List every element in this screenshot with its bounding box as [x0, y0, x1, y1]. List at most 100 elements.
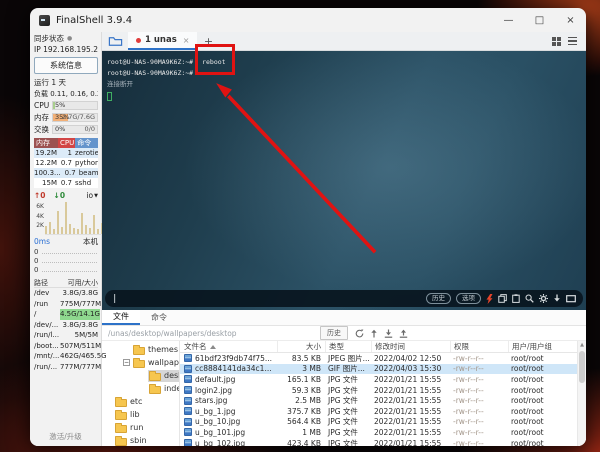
tree-item-lib[interactable]: lib	[102, 408, 179, 421]
download-arrow-icon[interactable]	[553, 294, 561, 303]
file-list-scrollbar[interactable]: ▲	[577, 341, 586, 446]
tab-commands[interactable]: 命令	[140, 310, 178, 325]
process-header-cell[interactable]: 命令	[75, 138, 98, 148]
dotted-leader	[42, 262, 97, 263]
system-info-button[interactable]: 系统信息	[34, 57, 98, 74]
file-perm: -rw-r--r--	[453, 374, 484, 384]
refresh-icon[interactable]	[355, 328, 364, 338]
file-name-cell: default.jpg	[180, 375, 277, 384]
tree-item-desktop[interactable]: desktop	[102, 369, 179, 382]
file-row[interactable]: u_bg_102.jpg 423.4 KB JPG 文件 2022/01/21 15:…	[180, 438, 577, 446]
sync-status-row[interactable]: 同步状态 ●	[34, 33, 98, 44]
app-body: 同步状态 ● IP 192.168.195.2... 复制 系统信息 运行 1 …	[30, 32, 586, 446]
file-panel: 文件 命令 /unas/desktop/wallpapers/desktop 历…	[102, 310, 586, 446]
file-row[interactable]: stars.jpg 2.5 MB JPG 文件 2022/01/21 15:55 -rw…	[180, 395, 577, 406]
process-row[interactable]: 19.2M 1zerotier-	[34, 148, 98, 158]
chevron-down-icon[interactable]: ▼	[94, 193, 98, 199]
search-icon[interactable]	[525, 294, 534, 303]
disk-path: /	[34, 310, 37, 318]
file-row[interactable]: cc8884141da34c1... 3 MB GIF 图片... 2022/04/0…	[180, 363, 577, 375]
scrollbar-thumb[interactable]	[579, 351, 585, 383]
tree-item-wallpapers[interactable]: − wallpapers	[102, 356, 179, 369]
disk-row[interactable]: /boot... 507M/511M	[34, 341, 101, 352]
process-row[interactable]: 100.3...0.7beam.sm	[34, 168, 98, 178]
file-row[interactable]: u_bg_1.jpg 375.7 KB JPG 文件 2022/01/21 15:55…	[180, 406, 577, 417]
shell-prompt: root@U-NAS-90MA9K6Z:~#	[107, 69, 194, 77]
parent-folder-icon[interactable]	[370, 329, 378, 338]
quick-command-icon[interactable]	[486, 293, 493, 304]
terminal[interactable]: root@U-NAS-90MA9K6Z:~# reboot root@U-NAS-…	[102, 44, 586, 310]
disk-row[interactable]: /dev/... 3.8G/3.8G	[34, 320, 98, 331]
scroll-up-icon[interactable]: ▲	[578, 341, 586, 350]
disk-row[interactable]: / 4.5G/14.1G	[34, 309, 100, 320]
column-perm[interactable]: 权限	[450, 341, 508, 352]
tree-item-themes[interactable]: themes	[102, 343, 179, 356]
connection-manager-button[interactable]	[102, 32, 128, 50]
options-button[interactable]: 选项	[456, 292, 481, 305]
file-row[interactable]: default.jpg 165.1 KB JPG 文件 2022/01/21 15:5…	[180, 374, 577, 385]
folder-icon	[149, 383, 161, 394]
disk-row[interactable]: /dev 3.8G/3.8G	[34, 288, 98, 299]
file-panel-tabs: 文件 命令	[102, 310, 586, 326]
upload-file-icon[interactable]	[399, 329, 408, 338]
tree-item-run[interactable]: run	[102, 421, 179, 434]
column-owner[interactable]: 用户/用户组	[508, 341, 577, 352]
tree-item-inner: themes	[132, 344, 179, 356]
io-graph-y-axis: 6K 4K 2K	[34, 202, 45, 235]
command-input-bar[interactable]: | 历史 选项	[105, 290, 583, 307]
image-file-icon	[184, 417, 192, 426]
tab-close-icon[interactable]: ×	[183, 36, 190, 45]
tree-item-index[interactable]: index	[102, 382, 179, 395]
download-file-icon[interactable]	[384, 329, 393, 338]
disk-path-header[interactable]: 路径	[34, 278, 60, 287]
disk-size: 3.8G/3.8G	[62, 289, 98, 297]
settings-gear-icon[interactable]	[539, 294, 548, 303]
column-type[interactable]: 类型	[325, 341, 371, 352]
file-row[interactable]: login2.jpg 59.3 KB JPG 文件 2022/01/21 15:55 -…	[180, 385, 577, 396]
fullscreen-monitor-icon[interactable]	[566, 294, 576, 303]
file-name: 61bdf23f9db74f75...	[195, 353, 273, 363]
path-history-button[interactable]: 历史	[320, 326, 348, 340]
meter-bar: 5%	[52, 100, 98, 110]
process-row[interactable]: 15M 0.7 sshd	[34, 178, 98, 188]
file-rows: 61bdf23f9db74f75... 83.5 KB JPEG 图片... 2022…	[180, 353, 586, 446]
file-row[interactable]: 61bdf23f9db74f75... 83.5 KB JPEG 图片... 2022…	[180, 353, 577, 364]
copy-icon[interactable]	[498, 294, 507, 303]
disk-row[interactable]: /run 775M/777M	[34, 299, 101, 310]
titlebar[interactable]: FinalShell 3.9.4 — □ ×	[30, 8, 586, 32]
process-row[interactable]: 12.2M0.7python3	[34, 158, 98, 168]
current-path[interactable]: /unas/desktop/wallpapers/desktop	[108, 329, 320, 338]
tree-item-etc[interactable]: etc	[102, 395, 179, 408]
disk-row[interactable]: /mnt/... 462G/465.5G	[34, 351, 107, 362]
file-row[interactable]: u_bg_10.jpg 564.4 KB JPG 文件 2022/01/21 15:5…	[180, 417, 577, 428]
tab-files[interactable]: 文件	[102, 310, 140, 325]
tree-item-sbin[interactable]: sbin	[102, 434, 179, 446]
layout-grid-icon[interactable]	[552, 36, 561, 46]
process-header-cell[interactable]: CPU	[58, 138, 76, 148]
process-header-cell[interactable]: 内存	[34, 138, 58, 148]
disk-row[interactable]: /run/... 777M/777M	[34, 362, 101, 373]
hamburger-menu-icon[interactable]	[568, 36, 577, 46]
paste-icon[interactable]	[512, 294, 520, 303]
shell-prompt: root@U-NAS-90MA9K6Z:~#	[107, 58, 194, 66]
terminal-line-1: root@U-NAS-90MA9K6Z:~# reboot	[107, 44, 586, 75]
column-mtime[interactable]: 修改时间	[371, 341, 450, 352]
column-name[interactable]: 文件名	[180, 341, 277, 352]
terminal-toolbar: 历史 选项	[426, 292, 576, 305]
tree-item-inner: desktop	[148, 369, 179, 382]
close-button[interactable]: ×	[555, 8, 586, 32]
file-size: 59.3 KB	[291, 385, 321, 395]
minimize-button[interactable]: —	[493, 8, 524, 32]
activate-upgrade-link[interactable]: 激活/升级	[30, 431, 101, 442]
maximize-button[interactable]: □	[524, 8, 555, 32]
file-row[interactable]: u_bg_101.jpg 1 MB JPG 文件 2022/01/21 15:55 -r…	[180, 427, 577, 438]
history-button[interactable]: 历史	[426, 292, 451, 305]
disk-row[interactable]: /run/l... 5M/5M	[34, 330, 98, 341]
iface-selector[interactable]: io	[86, 191, 93, 200]
disk-size-header[interactable]: 可用/大小	[60, 278, 98, 287]
file-type: JPG 文件	[328, 396, 358, 406]
collapse-minus-icon[interactable]: −	[123, 359, 130, 366]
file-mtime: 2022/01/21 15:55	[374, 374, 442, 384]
tab-unas[interactable]: 1 unas ×	[128, 32, 198, 50]
column-size[interactable]: 大小	[277, 341, 325, 352]
